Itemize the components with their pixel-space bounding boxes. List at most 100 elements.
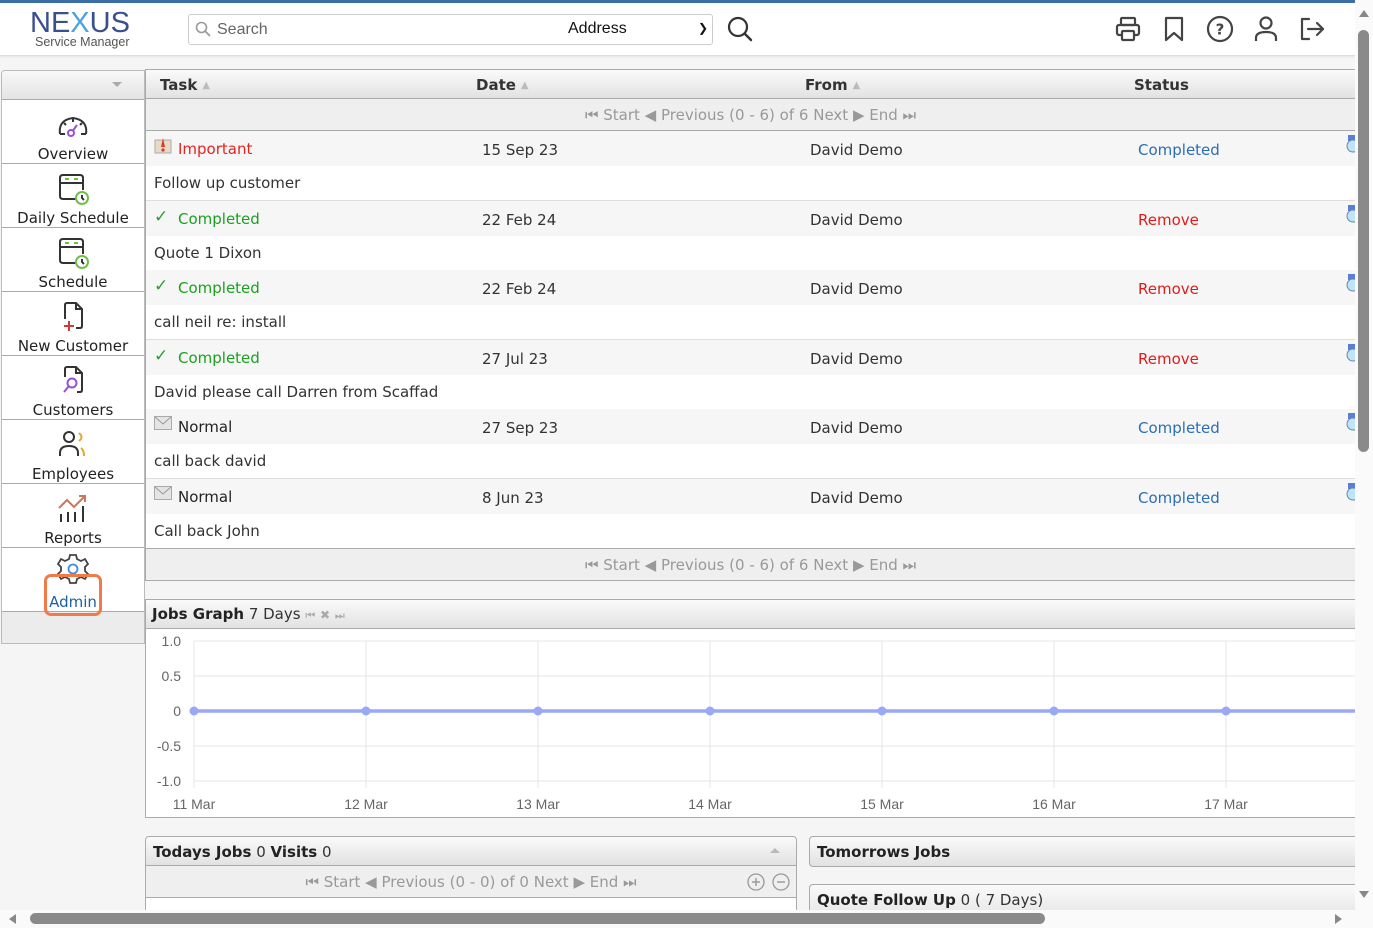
pager-next[interactable]: Next ▶︎ <box>534 873 585 891</box>
zoom-in-icon[interactable] <box>747 873 765 891</box>
task-row[interactable]: ✓ Completed 22 Feb 24 David Demo Remove call … <box>146 270 1355 340</box>
task-row-detail: call back david <box>146 444 1355 478</box>
task-row-detail: Call back John <box>146 513 1355 548</box>
scroll-down-arrow[interactable] <box>1359 891 1369 898</box>
sidebar-item-label: Daily Schedule <box>17 209 129 227</box>
tomorrows-jobs-panel[interactable]: Tomorrows Jobs <box>809 836 1355 867</box>
task-row-summary: Normal 27 Sep 23 David Demo Completed <box>146 409 1355 444</box>
new-document-icon <box>64 302 83 331</box>
pager-previous[interactable]: ◀︎ Previous <box>645 106 725 124</box>
reassign-user-icon[interactable] <box>1345 482 1355 501</box>
reassign-user-icon[interactable] <box>1345 204 1355 223</box>
task-row[interactable]: Important 15 Sep 23 David Demo Completed Fol… <box>146 131 1355 201</box>
sidebar-item-schedule[interactable]: Schedule <box>2 228 144 292</box>
column-header-date[interactable]: Date ▲︎ <box>476 76 529 94</box>
scroll-left-arrow[interactable] <box>9 914 16 924</box>
account-button[interactable] <box>1250 13 1282 45</box>
sidebar-footer <box>2 612 144 643</box>
task-row[interactable]: Normal 27 Sep 23 David Demo Completed call b… <box>146 409 1355 479</box>
logout-icon <box>1300 17 1325 41</box>
scroll-up-arrow[interactable] <box>1359 10 1369 17</box>
pager-range: (0 - 6) of 6 <box>729 556 809 574</box>
logout-button[interactable] <box>1296 13 1328 45</box>
remove-link[interactable]: Remove <box>1138 211 1199 229</box>
todays-jobs-header[interactable]: Todays Jobs 0 Visits 0 <box>146 837 796 866</box>
vertical-scroll-thumb[interactable] <box>1358 30 1369 452</box>
mark-completed-link[interactable]: Completed <box>1138 141 1220 159</box>
x-tick-label: 16 Mar <box>1032 796 1076 812</box>
reassign-user-icon[interactable] <box>1345 343 1355 362</box>
x-tick-label: 11 Mar <box>173 796 216 812</box>
horizontal-scroll-thumb[interactable] <box>30 913 1045 924</box>
task-date: 27 Jul 23 <box>482 349 548 368</box>
task-from: David Demo <box>810 141 903 159</box>
bookmark-button[interactable] <box>1158 13 1190 45</box>
sidebar-item-employees[interactable]: Employees <box>2 420 144 484</box>
task-row[interactable]: ✓ Completed 27 Jul 23 David Demo Remove David… <box>146 339 1355 409</box>
print-button[interactable] <box>1112 13 1144 45</box>
pager-next[interactable]: Next ▶︎ <box>813 106 864 124</box>
jobs-graph-period: 7 Days <box>248 605 301 623</box>
reassign-user-icon[interactable] <box>1345 274 1355 292</box>
task-row[interactable]: Normal 8 Jun 23 David Demo Completed Call ba… <box>146 478 1355 548</box>
sidebar-item-admin[interactable]: Admin <box>2 548 144 612</box>
column-header-from[interactable]: From ▲︎ <box>805 76 860 94</box>
search-box: Address ❯ <box>188 14 713 45</box>
pager-start[interactable]: ⏮︎ Start <box>585 556 640 574</box>
search-scope-select[interactable]: Address ❯ <box>567 19 712 41</box>
sidebar-header[interactable] <box>2 71 144 100</box>
svg-text:?: ? <box>1216 21 1225 39</box>
pager-previous[interactable]: ◀︎ Previous <box>645 556 725 574</box>
collapse-triangle-icon <box>112 82 122 87</box>
pager-start[interactable]: ⏮︎ Start <box>305 873 360 891</box>
task-date: 27 Sep 23 <box>482 419 558 437</box>
pager-end[interactable]: End ⏭︎ <box>869 556 916 574</box>
scroll-right-arrow[interactable] <box>1335 914 1342 924</box>
pager-end[interactable]: End ⏭︎ <box>869 106 916 124</box>
search-button[interactable] <box>726 15 754 43</box>
column-header-task[interactable]: Task ▲︎ <box>160 76 210 94</box>
sidebar-item-new-customer[interactable]: New Customer <box>2 292 144 356</box>
task-description: David please call Darren from Scaffad <box>154 382 439 401</box>
remove-link[interactable]: Remove <box>1138 280 1199 298</box>
remove-link[interactable]: Remove <box>1138 350 1199 368</box>
pager-start[interactable]: ⏮︎ Start <box>585 106 640 124</box>
sort-icon: ▲︎ <box>852 80 861 91</box>
graph-reset-button[interactable]: ✖ <box>320 608 330 622</box>
graph-next-button[interactable]: ⏭︎ <box>335 609 345 622</box>
task-row[interactable]: ✓ Completed 22 Feb 24 David Demo Remove Quote… <box>146 200 1355 270</box>
data-point <box>361 706 371 716</box>
mark-completed-link[interactable]: Completed <box>1138 419 1220 437</box>
vertical-scrollbar[interactable] <box>1355 0 1373 910</box>
sidebar-item-overview[interactable]: Overview <box>2 100 144 164</box>
horizontal-scrollbar[interactable] <box>0 910 1355 928</box>
logo[interactable]: NEXUS Service Manager <box>30 9 155 53</box>
sidebar-item-customers[interactable]: Customers <box>2 356 144 420</box>
pager-previous[interactable]: ◀︎ Previous <box>365 873 445 891</box>
graph-prev-button[interactable]: ⏮︎ <box>305 609 315 622</box>
x-tick-label: 12 Mar <box>344 796 388 812</box>
pager-next[interactable]: Next ▶︎ <box>813 556 864 574</box>
app-header: NEXUS Service Manager Address ❯ ? <box>0 3 1355 56</box>
tasks-table-header: Task ▲︎ Date ▲︎ From ▲︎ Status <box>146 70 1355 99</box>
reassign-user-icon[interactable] <box>1345 413 1355 431</box>
reassign-user-icon[interactable] <box>1345 135 1355 153</box>
help-button[interactable]: ? <box>1204 13 1236 45</box>
data-point <box>1049 706 1059 716</box>
mark-completed-link[interactable]: Completed <box>1138 489 1220 507</box>
printer-icon <box>1115 16 1141 42</box>
search-input[interactable] <box>217 19 517 41</box>
task-row-summary: ✓ Completed 22 Feb 24 David Demo Remove <box>146 270 1355 305</box>
sidebar-item-daily-schedule[interactable]: Daily Schedule <box>2 164 144 228</box>
todays-jobs-count: 0 <box>256 843 266 861</box>
zoom-out-icon[interactable] <box>772 873 790 891</box>
tomorrows-jobs-title: Tomorrows Jobs <box>817 843 951 861</box>
priority-badge: ✓ Completed <box>154 347 260 367</box>
sidebar-item-reports[interactable]: Reports <box>2 484 144 548</box>
task-from: David Demo <box>810 419 903 437</box>
pager-end[interactable]: End ⏭︎ <box>590 873 637 891</box>
collapse-triangle-icon[interactable] <box>770 848 780 853</box>
users-icon <box>59 431 85 457</box>
task-description: Call back John <box>154 521 260 540</box>
priority-label: Completed <box>178 348 260 367</box>
